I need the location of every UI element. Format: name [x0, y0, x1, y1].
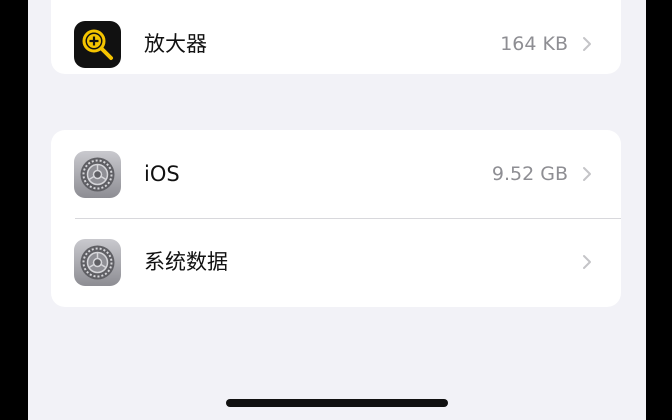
- app-row-magnifier[interactable]: 放大器 164 KB: [51, 0, 621, 74]
- system-item-name: iOS: [144, 162, 180, 186]
- system-row-system-data[interactable]: 系统数据: [51, 218, 621, 306]
- system-group: iOS 9.52 GB 系统数据: [51, 130, 621, 307]
- chevron-right-icon: [583, 255, 591, 269]
- settings-gear-icon: [74, 151, 121, 198]
- magnifier-icon: [74, 21, 121, 68]
- system-item-size: 9.52 GB: [491, 163, 568, 185]
- system-row-ios[interactable]: iOS 9.52 GB: [51, 130, 621, 218]
- storage-screen: 放大器 164 KB iOS 9.52 GB 系统数据: [28, 0, 646, 420]
- home-indicator[interactable]: [226, 399, 448, 407]
- app-size: 164 KB: [500, 33, 568, 55]
- chevron-right-icon: [583, 167, 591, 181]
- system-item-name: 系统数据: [144, 250, 228, 274]
- chevron-right-icon: [583, 37, 591, 51]
- app-name: 放大器: [144, 32, 207, 56]
- settings-gear-icon: [74, 239, 121, 286]
- apps-group: 放大器 164 KB: [51, 0, 621, 74]
